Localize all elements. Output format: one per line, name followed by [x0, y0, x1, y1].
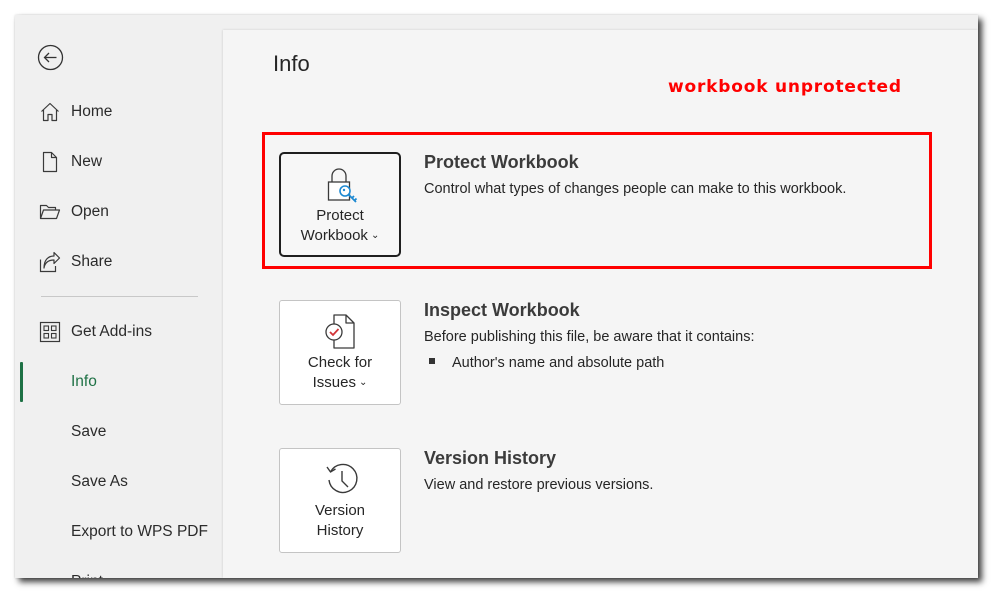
- info-panel: Info workbook unprotected Protect Workbo…: [223, 30, 978, 578]
- share-icon: [39, 251, 61, 273]
- chevron-down-icon: ⌄: [358, 377, 368, 388]
- button-label: Version History: [314, 502, 366, 539]
- history-clock-icon: [326, 463, 358, 494]
- section-description: Before publishing this file, be aware th…: [424, 329, 755, 345]
- home-icon: [39, 101, 61, 123]
- sidebar-item-label: Save: [71, 423, 107, 440]
- status-annotation: workbook unprotected: [668, 77, 902, 97]
- button-label: Check for Issues ⌄: [307, 354, 373, 391]
- sidebar-item-share[interactable]: Share: [15, 242, 223, 282]
- sidebar-item-open[interactable]: Open: [15, 192, 223, 232]
- chevron-down-icon: ⌄: [370, 230, 380, 241]
- sidebar-item-label: Open: [71, 203, 109, 220]
- document-check-icon: [325, 314, 355, 349]
- active-indicator: [20, 362, 23, 402]
- sidebar-item-new[interactable]: New: [15, 142, 223, 182]
- sidebar-item-get-add-ins[interactable]: Get Add-ins: [15, 312, 223, 352]
- sidebar-divider: [41, 296, 198, 297]
- sidebar-item-label: Info: [71, 373, 97, 390]
- section-title: Version History: [424, 448, 557, 468]
- new-document-icon: [39, 151, 61, 173]
- section-title: Protect Workbook: [424, 152, 579, 172]
- lock-key-icon: [327, 168, 358, 203]
- sidebar-item-save[interactable]: Save: [15, 412, 223, 452]
- sidebar-item-label: New: [71, 153, 103, 170]
- sidebar-item-label: Get Add-ins: [71, 323, 152, 340]
- sidebar-item-save-as[interactable]: Save As: [15, 462, 223, 502]
- sidebar-item-label: Share: [71, 253, 113, 270]
- section-description: View and restore previous versions.: [424, 477, 654, 493]
- back-button[interactable]: [37, 44, 64, 71]
- bullet-square-icon: [429, 358, 435, 364]
- sidebar-item-print[interactable]: Print: [15, 562, 223, 578]
- section-description: Control what types of changes people can…: [424, 181, 847, 197]
- sidebar-item-label: Print: [71, 573, 103, 578]
- inspect-bullet-item: Author's name and absolute path: [429, 355, 664, 371]
- sidebar-item-info[interactable]: Info: [15, 362, 223, 402]
- add-ins-grid-icon: [39, 321, 61, 343]
- open-folder-icon: [39, 201, 61, 223]
- version-history-button[interactable]: Version History: [279, 448, 401, 553]
- section-title: Inspect Workbook: [424, 300, 580, 320]
- sidebar-item-home[interactable]: Home: [15, 92, 223, 132]
- sidebar-item-label: Home: [71, 103, 113, 120]
- sidebar-item-label: Export to WPS PDF: [71, 523, 208, 540]
- protect-workbook-button[interactable]: Protect Workbook ⌄: [279, 152, 401, 257]
- back-arrow-icon: [37, 44, 64, 71]
- sidebar-item-export-wps-pdf[interactable]: Export to WPS PDF: [15, 512, 223, 552]
- backstage-sidebar: Home New Open Share Get Add-ins Info Sav…: [15, 15, 223, 578]
- check-for-issues-button[interactable]: Check for Issues ⌄: [279, 300, 401, 405]
- excel-backstage-window: Home New Open Share Get Add-ins Info Sav…: [15, 15, 978, 578]
- page-title: Info: [273, 51, 310, 76]
- sidebar-item-label: Save As: [71, 473, 128, 490]
- button-label: Protect Workbook ⌄: [300, 207, 380, 244]
